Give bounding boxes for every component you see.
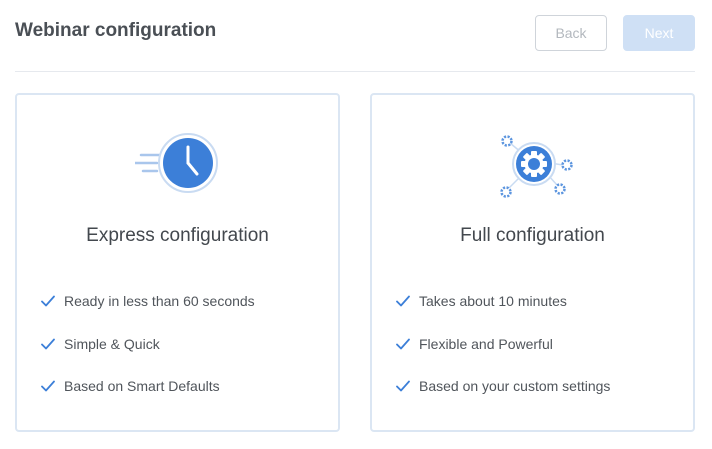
feature-text: Based on your custom settings — [419, 378, 611, 394]
page-header: Webinar configuration Back Next — [15, 0, 695, 72]
full-configuration-card[interactable]: Full configuration Takes about 10 minute… — [370, 93, 695, 432]
check-icon — [396, 295, 410, 307]
feature-text: Flexible and Powerful — [419, 335, 553, 352]
check-icon — [41, 295, 55, 307]
feature-text: Ready in less than 60 seconds — [64, 293, 255, 309]
card-title: Express configuration — [86, 225, 269, 246]
check-icon — [41, 338, 55, 349]
list-item: Takes about 10 minutes — [396, 291, 610, 311]
feature-text: Takes about 10 minutes — [419, 293, 567, 309]
feature-list: Ready in less than 60 seconds Simple & Q… — [41, 291, 255, 419]
list-item: Based on Smart Defaults — [41, 376, 255, 396]
card-title: Full configuration — [460, 225, 605, 246]
feature-text: Based on Smart Defaults — [64, 378, 220, 394]
next-button[interactable]: Next — [623, 15, 695, 51]
page-title: Webinar configuration — [15, 20, 217, 41]
check-icon — [41, 380, 55, 392]
check-icon — [396, 380, 410, 392]
check-icon — [396, 338, 410, 349]
gear-icon — [372, 133, 693, 203]
feature-text: Simple & Quick — [64, 335, 160, 352]
feature-list: Takes about 10 minutes Flexible and Powe… — [396, 291, 610, 419]
list-item: Simple & Quick — [41, 334, 255, 354]
back-button[interactable]: Back — [535, 15, 607, 51]
list-item: Flexible and Powerful — [396, 334, 610, 354]
list-item: Ready in less than 60 seconds — [41, 291, 255, 311]
list-item: Based on your custom settings — [396, 376, 610, 396]
clock-icon — [17, 133, 338, 203]
express-configuration-card[interactable]: Express configuration Ready in less than… — [15, 93, 340, 432]
